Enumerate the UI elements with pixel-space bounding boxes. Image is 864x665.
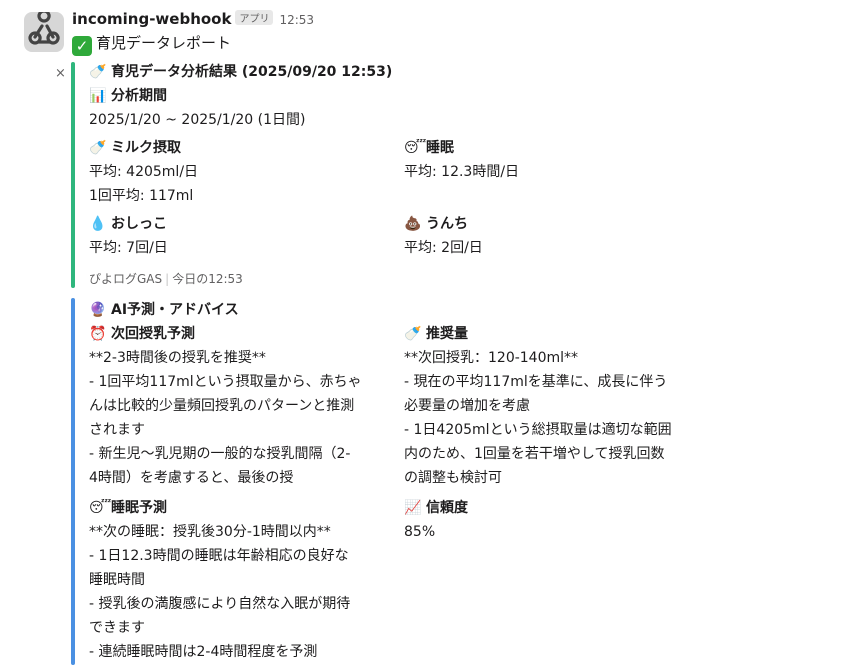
crystal-ball-icon: 🔮 bbox=[89, 302, 107, 318]
sleep-pred-line: **次の睡眠：授乳後30分-1時間以内** bbox=[89, 524, 331, 540]
recommend-line: - 1日4205mlという総摂取量は適切な範囲 bbox=[404, 422, 672, 438]
bar-chart-icon: 📊 bbox=[89, 88, 107, 104]
sleep-pred-line: - 連続睡眠時間は2-4時間程度を予測 bbox=[89, 644, 318, 660]
period-label: 📊 分析期間 bbox=[89, 88, 167, 104]
sleeping-face-icon: 😴 bbox=[89, 500, 112, 516]
recommend-line: 内のため、1回量を若干増やして授乳回数 bbox=[404, 446, 665, 462]
droplet-icon: 💧 bbox=[89, 216, 107, 232]
pee-label: 💧 おしっこ bbox=[89, 216, 167, 232]
footer-separator: | bbox=[165, 272, 170, 286]
milk-per: 1回平均: 117ml bbox=[89, 188, 194, 204]
baby-bottle-icon: 🍼 bbox=[404, 326, 422, 342]
pee-avg: 平均: 7回/日 bbox=[89, 240, 168, 256]
milk-label: 🍼 ミルク摂取 bbox=[89, 140, 181, 156]
check-mark-icon: ✓ bbox=[72, 36, 92, 56]
next-feed-line: - 新生児〜乳児期の一般的な授乳間隔（2- bbox=[89, 446, 351, 462]
sleep-pred-line: 睡眠時間 bbox=[89, 572, 145, 588]
baby-bottle-icon: 🍼 bbox=[89, 64, 107, 80]
message-time[interactable]: 12:53 bbox=[279, 13, 314, 27]
poop-icon: 💩 bbox=[404, 216, 422, 232]
recommend-label: 🍼 推奨量 bbox=[404, 326, 468, 342]
recommend-line: **次回授乳：120-140ml** bbox=[404, 350, 579, 366]
ai-title: 🔮 AI予測・アドバイス bbox=[89, 302, 239, 318]
attachment-bar-green bbox=[71, 62, 75, 288]
confidence-label: 📈 信頼度 bbox=[404, 500, 468, 516]
sleep-pred-line: - 1日12.3時間の睡眠は年齢相応の良好な bbox=[89, 548, 349, 564]
footer-time[interactable]: 今日の12:53 bbox=[172, 272, 243, 286]
poo-avg: 平均: 2回/日 bbox=[404, 240, 483, 256]
recommend-line: - 現在の平均117mlを基準に、成長に伴う bbox=[404, 374, 668, 390]
message-text: ✓ 育児データレポート bbox=[72, 32, 231, 56]
confidence-value: 85% bbox=[404, 524, 436, 540]
period-value: 2025/1/20 ~ 2025/1/20 (1日間) bbox=[89, 112, 306, 128]
close-icon[interactable]: × bbox=[55, 66, 66, 81]
webhook-icon bbox=[28, 12, 60, 45]
next-feed-line: んは比較的少量頻回授乳のパターンと推測 bbox=[89, 398, 355, 414]
attachment-bar-blue bbox=[71, 298, 75, 665]
sleep-pred-line: - 授乳後の満腹感により自然な入眠が期待 bbox=[89, 596, 351, 612]
next-feed-line: されます bbox=[89, 422, 145, 438]
recommend-line: の調整も検討可 bbox=[404, 470, 502, 486]
attachment-footer: ぴよログGAS | 今日の12:53 bbox=[89, 269, 243, 289]
app-name[interactable]: incoming-webhook bbox=[72, 10, 231, 28]
message-body: 育児データレポート bbox=[96, 34, 232, 52]
sleep-avg: 平均: 12.3時間/日 bbox=[404, 164, 520, 180]
next-feed-label: ⏰ 次回授乳予測 bbox=[89, 326, 195, 342]
next-feed-line: **2-3時間後の授乳を推奨** bbox=[89, 350, 266, 366]
poo-label: 💩 うんち bbox=[404, 216, 468, 232]
analysis-title: 🍼 育児データ分析結果 (2025/09/20 12:53) bbox=[89, 64, 393, 80]
alarm-clock-icon: ⏰ bbox=[89, 326, 107, 342]
sleeping-face-icon: 😴 bbox=[404, 140, 427, 156]
milk-avg: 平均: 4205ml/日 bbox=[89, 164, 199, 180]
baby-bottle-icon: 🍼 bbox=[89, 140, 107, 156]
message-header: incoming-webhook アプリ 12:53 bbox=[72, 9, 314, 28]
recommend-line: 必要量の増加を考慮 bbox=[404, 398, 530, 414]
app-badge: アプリ bbox=[235, 10, 274, 25]
app-avatar[interactable] bbox=[24, 12, 64, 52]
next-feed-line: - 1回平均117mlという摂取量から、赤ちゃ bbox=[89, 374, 362, 390]
sleep-label: 😴睡眠 bbox=[404, 140, 454, 156]
next-feed-line: 4時間）を考慮すると、最後の授 bbox=[89, 470, 294, 486]
sleep-pred-line: できます bbox=[89, 620, 145, 636]
sleep-pred-label: 😴睡眠予測 bbox=[89, 500, 167, 516]
footer-source: ぴよログGAS bbox=[89, 272, 163, 286]
chart-increasing-icon: 📈 bbox=[404, 500, 422, 516]
